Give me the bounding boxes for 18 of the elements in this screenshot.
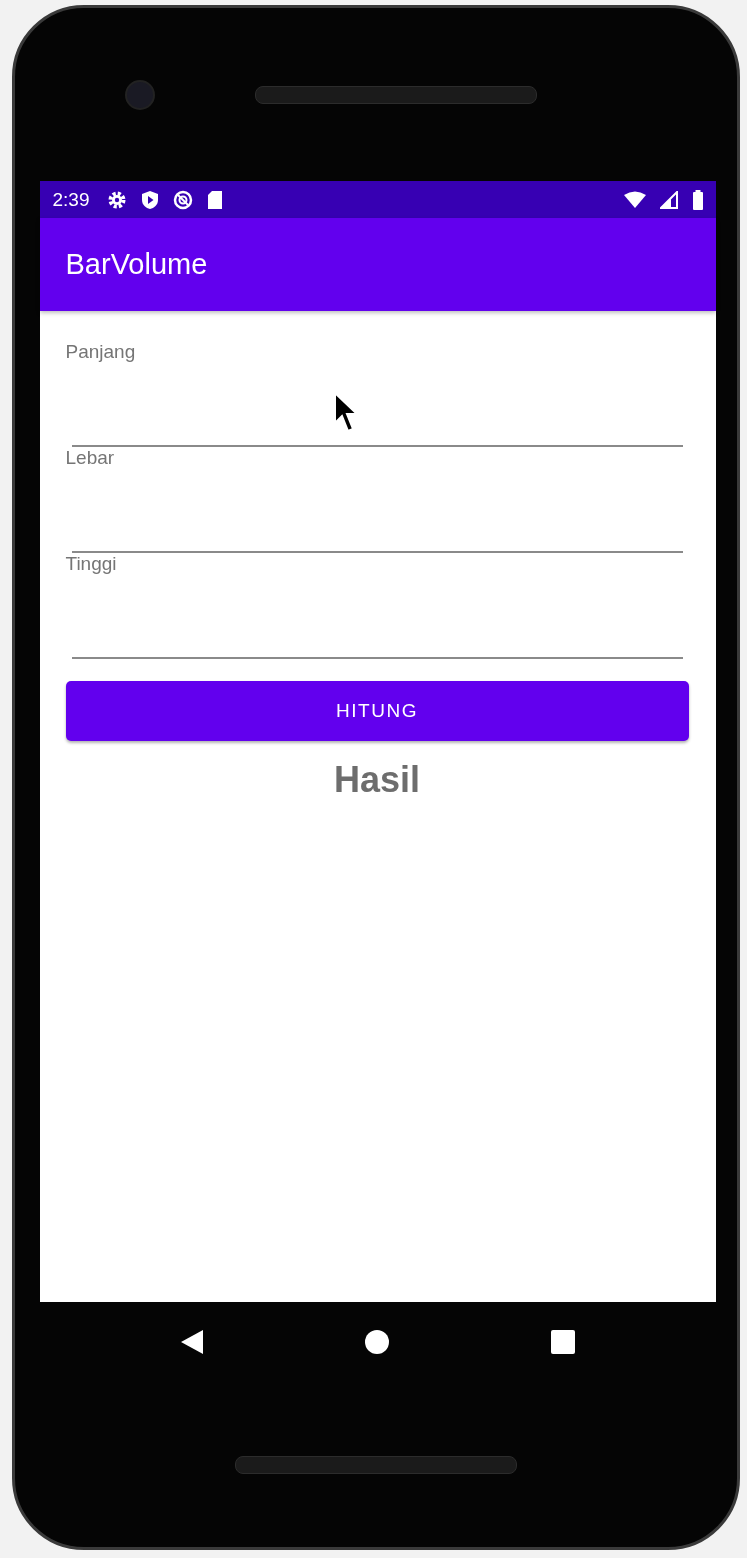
gear-icon — [107, 189, 128, 210]
back-icon — [179, 1328, 206, 1356]
battery-icon — [691, 189, 704, 210]
field-label: Tinggi — [65, 553, 117, 575]
app-title: BarVolume — [65, 248, 208, 281]
wifi-icon — [623, 190, 646, 209]
shield-icon — [141, 189, 160, 210]
signal-icon — [659, 190, 678, 209]
overview-icon — [549, 1329, 576, 1355]
home-icon — [364, 1329, 391, 1355]
calculate-button[interactable]: HITUNG — [65, 681, 689, 741]
field-label: Panjang — [65, 341, 136, 363]
field-label: Lebar — [65, 447, 115, 469]
sd-card-icon — [207, 189, 224, 210]
result-text: Hasil — [333, 759, 420, 801]
blocked-circle-icon — [173, 189, 194, 210]
status-time: 2:39 — [52, 188, 90, 211]
camera-lens — [125, 79, 155, 110]
